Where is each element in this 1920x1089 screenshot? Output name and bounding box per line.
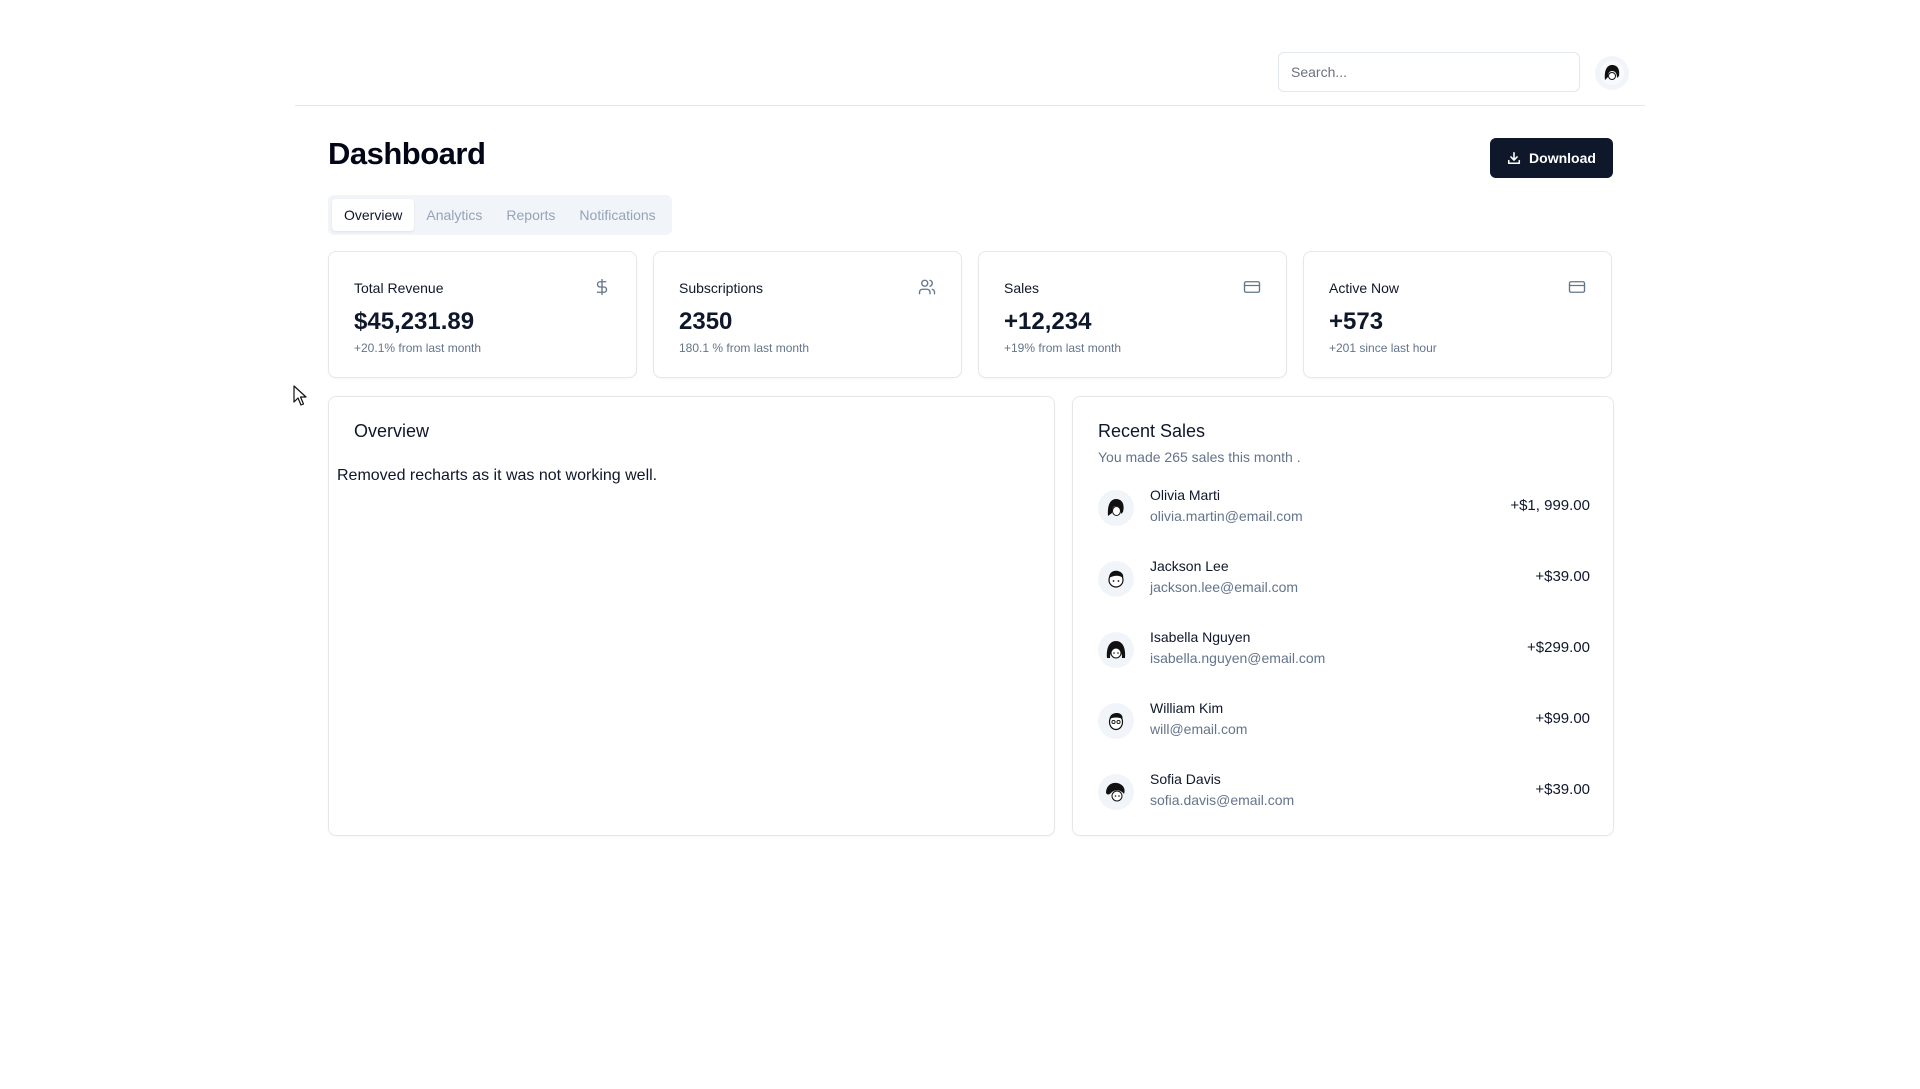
dollar-icon <box>596 278 608 296</box>
sale-amount: +$39.00 <box>1535 568 1590 585</box>
list-item: Isabella Nguyen isabella.nguyen@email.co… <box>1098 629 1590 700</box>
recent-sales-title: Recent Sales <box>1098 421 1206 441</box>
users-icon <box>918 279 936 295</box>
search-input[interactable] <box>1278 52 1580 92</box>
avatar <box>1098 703 1134 739</box>
sale-name: William Kim <box>1150 700 1224 716</box>
stat-value: $45,231.89 <box>354 308 475 335</box>
avatar <box>1098 774 1134 810</box>
avatar-icon <box>1107 499 1124 516</box>
recent-sales-panel: Recent Sales You made 265 sales this mon… <box>1072 396 1614 836</box>
avatar-icon <box>1108 713 1124 731</box>
download-icon <box>1508 151 1521 165</box>
sale-email: jackson.lee@email.com <box>1150 579 1299 595</box>
sale-name: Jackson Lee <box>1150 558 1229 574</box>
stat-label: Total Revenue <box>354 280 444 296</box>
stat-card-sales: Sales +12,234 +19% from last month <box>978 251 1287 378</box>
stat-value: 2350 <box>679 308 733 335</box>
stat-change: +20.1% from last month <box>354 341 482 355</box>
credit-card-icon <box>1568 281 1586 293</box>
avatar-icon <box>1106 641 1126 659</box>
download-button[interactable]: Download <box>1490 138 1613 178</box>
list-item: Olivia Marti olivia.martin@email.com +$1… <box>1098 487 1590 558</box>
avatar <box>1098 490 1134 526</box>
tab-notifications[interactable]: Notifications <box>567 199 667 231</box>
list-item: Sofia Davis sofia.davis@email.com +$39.0… <box>1098 771 1590 842</box>
sale-amount: +$39.00 <box>1535 781 1590 798</box>
recent-sales-subtitle: You made 265 sales this month . <box>1098 449 1301 465</box>
sales-list: Olivia Marti olivia.martin@email.com +$1… <box>1098 487 1590 842</box>
page-title: Dashboard <box>328 136 486 171</box>
overview-panel: Overview Removed recharts as it was not … <box>328 396 1055 836</box>
sale-name: Olivia Marti <box>1150 487 1221 503</box>
tab-bar: Overview Analytics Reports Notifications <box>328 195 672 235</box>
sale-name: Isabella Nguyen <box>1150 629 1251 645</box>
sale-email: isabella.nguyen@email.com <box>1150 650 1326 666</box>
dashboard-page: Dashboard Download Overview Analytics Re… <box>0 0 1920 1089</box>
sale-email: olivia.martin@email.com <box>1150 508 1303 524</box>
avatar <box>1098 561 1134 597</box>
sale-amount: +$99.00 <box>1535 710 1590 727</box>
stat-label: Active Now <box>1329 280 1400 296</box>
list-item: Jackson Lee jackson.lee@email.com +$39.0… <box>1098 558 1590 629</box>
stat-card-subscriptions: Subscriptions 2350 180.1 % from last mon… <box>653 251 962 378</box>
stat-value: +573 <box>1329 308 1384 335</box>
mouse-cursor-icon <box>293 385 307 406</box>
tab-analytics[interactable]: Analytics <box>414 199 494 231</box>
sale-amount: +$1, 999.00 <box>1510 497 1590 514</box>
avatar-icon <box>1108 570 1124 588</box>
stat-card-total-revenue: Total Revenue $45,231.89 +20.1% from las… <box>328 251 637 378</box>
stat-label: Subscriptions <box>679 280 764 296</box>
stat-change: 180.1 % from last month <box>679 341 810 355</box>
user-avatar[interactable] <box>1595 56 1629 90</box>
stat-change: +201 since last hour <box>1329 341 1437 355</box>
top-bar <box>295 0 1645 106</box>
stat-label: Sales <box>1004 280 1040 296</box>
stat-card-active-now: Active Now +573 +201 since last hour <box>1303 251 1612 378</box>
download-label: Download <box>1529 150 1596 166</box>
avatar-icon <box>1106 782 1125 802</box>
overview-message: Removed recharts as it was not working w… <box>337 467 658 484</box>
tab-reports[interactable]: Reports <box>494 199 567 231</box>
tab-overview[interactable]: Overview <box>332 199 415 231</box>
overview-title: Overview <box>354 421 430 441</box>
sale-email: sofia.davis@email.com <box>1150 792 1295 808</box>
sale-amount: +$299.00 <box>1527 639 1590 656</box>
stat-change: +19% from last month <box>1004 341 1122 355</box>
list-item: William Kim will@email.com +$99.00 <box>1098 700 1590 771</box>
sale-name: Sofia Davis <box>1150 771 1221 787</box>
stat-value: +12,234 <box>1004 308 1092 335</box>
user-avatar-icon <box>1600 61 1624 85</box>
sale-email: will@email.com <box>1150 721 1248 737</box>
avatar <box>1098 632 1134 668</box>
credit-card-icon <box>1243 281 1261 293</box>
